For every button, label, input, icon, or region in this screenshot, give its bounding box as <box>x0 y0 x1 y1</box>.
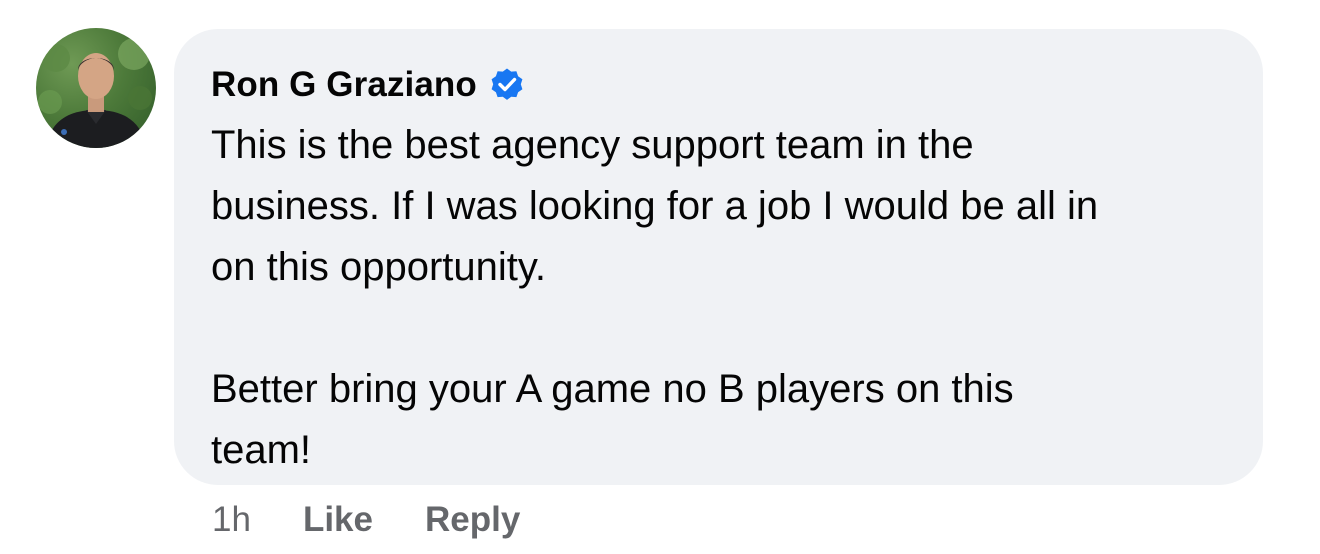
avatar[interactable] <box>36 28 156 148</box>
comment-item: Ron G Graziano This is the best agency s… <box>0 0 1320 554</box>
comment-actions: 1h Like Reply <box>212 500 520 540</box>
author-row: Ron G Graziano <box>211 63 1227 107</box>
comment-bubble: Ron G Graziano This is the best agency s… <box>174 29 1263 485</box>
reply-button[interactable]: Reply <box>425 500 520 540</box>
profile-photo-icon <box>38 38 152 148</box>
timestamp[interactable]: 1h <box>212 500 251 540</box>
author-name[interactable]: Ron G Graziano <box>211 65 477 105</box>
comment-text: This is the best agency support team in … <box>211 123 1099 472</box>
verified-badge-icon <box>489 67 525 103</box>
like-button[interactable]: Like <box>303 500 373 540</box>
